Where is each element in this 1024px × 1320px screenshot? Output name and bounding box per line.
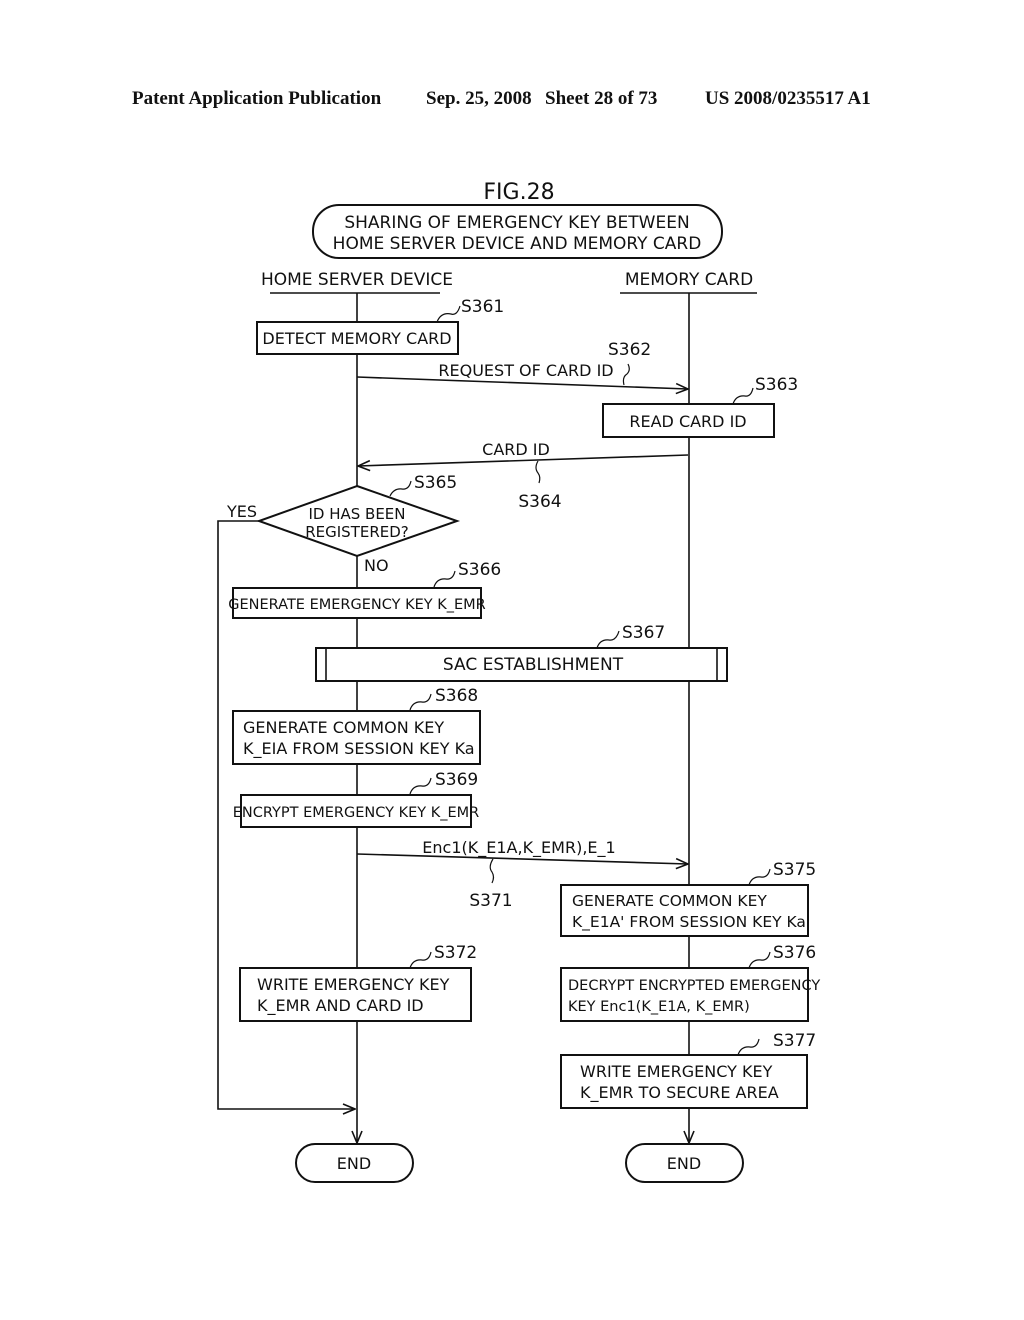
leader-s367 xyxy=(596,630,620,649)
end-left-text: END xyxy=(337,1154,371,1173)
leader-s365 xyxy=(389,480,412,497)
step-s372-line2: K_EMR AND CARD ID xyxy=(257,996,424,1016)
decision-yes-label: YES xyxy=(226,502,257,521)
step-s368-line1: GENERATE COMMON KEY xyxy=(243,718,444,737)
leader-s376 xyxy=(748,951,771,969)
step-s372-label: S372 xyxy=(434,943,477,963)
step-s363-text: READ CARD ID xyxy=(629,412,746,431)
leader-s377 xyxy=(737,1038,760,1056)
step-s377-line1: WRITE EMERGENCY KEY xyxy=(580,1062,773,1081)
step-s363-label: S363 xyxy=(755,375,798,395)
lane-header-memory-card: MEMORY CARD xyxy=(625,270,753,290)
leader-s366 xyxy=(433,570,456,588)
leader-s363 xyxy=(732,387,754,405)
step-s375-line1: GENERATE COMMON KEY xyxy=(572,892,767,910)
step-s376-line1: DECRYPT ENCRYPTED EMERGENCY xyxy=(568,978,820,994)
figure-label: FIG.28 xyxy=(483,180,554,205)
leader-s371 xyxy=(489,858,495,884)
message-s362-label: S362 xyxy=(608,340,651,360)
message-s364-text: CARD ID xyxy=(482,440,550,459)
step-s367-label: S367 xyxy=(622,623,665,643)
leader-s364 xyxy=(535,460,541,484)
step-s377-label: S377 xyxy=(773,1031,816,1051)
step-s372-line1: WRITE EMERGENCY KEY xyxy=(257,975,450,994)
message-s371-label: S371 xyxy=(469,891,512,911)
step-s368-label: S368 xyxy=(435,686,478,706)
step-s368-line2: K_EIA FROM SESSION KEY Ka xyxy=(243,739,475,759)
step-s369-label: S369 xyxy=(435,770,478,790)
leader-s362 xyxy=(622,363,630,386)
step-s366-label: S366 xyxy=(458,560,501,580)
step-s375-line2: K_E1A' FROM SESSION KEY Ka' xyxy=(572,913,810,932)
leader-s368 xyxy=(409,693,432,711)
step-s361-text: DETECT MEMORY CARD xyxy=(262,329,451,348)
step-s376-line2: KEY Enc1(K_E1A, K_EMR) xyxy=(568,999,750,1015)
decision-s365-label: S365 xyxy=(414,473,457,493)
message-s364-label: S364 xyxy=(518,492,561,512)
step-s375-label: S375 xyxy=(773,860,816,880)
decision-no-label: NO xyxy=(364,556,389,575)
flowchart: FIG.28 SHARING OF EMERGENCY KEY BETWEEN … xyxy=(217,180,820,1183)
leader-s372 xyxy=(409,951,432,969)
lane-header-home-server: HOME SERVER DEVICE xyxy=(261,270,453,290)
message-s362-text: REQUEST OF CARD ID xyxy=(438,361,613,380)
step-s376-label: S376 xyxy=(773,943,816,963)
leader-s375 xyxy=(748,868,771,886)
decision-s365-line2: REGISTERED? xyxy=(305,523,409,541)
step-s367-text: SAC ESTABLISHMENT xyxy=(443,655,624,675)
step-s377-line2: K_EMR TO SECURE AREA xyxy=(580,1083,779,1103)
title-line-1: SHARING OF EMERGENCY KEY BETWEEN xyxy=(344,213,689,233)
title-line-2: HOME SERVER DEVICE AND MEMORY CARD xyxy=(333,234,702,254)
end-right-text: END xyxy=(667,1154,701,1173)
message-s371-text: Enc1(K_E1A,K_EMR),E_1 xyxy=(422,838,615,858)
step-s361-label: S361 xyxy=(461,297,504,317)
leader-s369 xyxy=(409,777,432,795)
step-s369-text: ENCRYPT EMERGENCY KEY K_EMR xyxy=(233,805,479,821)
step-s366-text: GENERATE EMERGENCY KEY K_EMR xyxy=(228,597,485,613)
decision-s365-line1: ID HAS BEEN xyxy=(308,505,405,523)
leader-s361 xyxy=(436,305,461,323)
